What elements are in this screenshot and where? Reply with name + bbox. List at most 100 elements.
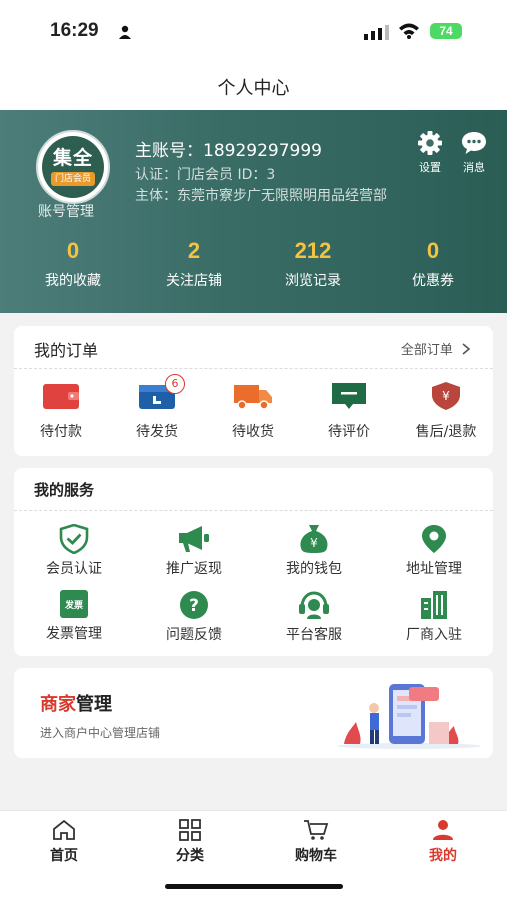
service-label: 我的钱包 [286, 561, 342, 577]
order-label: 待评价 [328, 424, 370, 440]
messages-label: 消息 [463, 161, 485, 174]
location-pin-icon [422, 525, 446, 553]
tab-label: 我的 [429, 848, 457, 864]
svg-text:¥: ¥ [310, 536, 318, 550]
stat-label: 我的收藏 [45, 273, 101, 289]
shield-check-icon [59, 524, 89, 554]
all-orders-label: 全部订单 [400, 343, 453, 358]
gear-icon [418, 131, 442, 155]
stat-label: 关注店铺 [166, 273, 222, 289]
tab-cart[interactable]: 购物车 [266, 819, 366, 865]
service-label: 推广返现 [166, 561, 222, 577]
svg-text:?: ? [189, 596, 199, 616]
all-orders-link[interactable]: 全部订单 [401, 339, 471, 358]
orders-card: 我的订单 全部订单 待付款 6 待发货 待收货 待评价 ¥ 售后/退款 [14, 326, 493, 456]
settings-button[interactable]: 设置 [414, 130, 446, 175]
order-label: 售后/退款 [415, 424, 477, 440]
wallet-icon [43, 384, 79, 409]
orders-title: 我的订单 [34, 341, 99, 360]
headset-icon [299, 591, 329, 619]
order-label: 待发货 [136, 424, 178, 440]
invoice-icon: 发票 [60, 590, 88, 618]
tab-categories[interactable]: 分类 [140, 819, 240, 865]
logo-name: 集全 [52, 147, 93, 169]
page-title: 个人中心 [217, 78, 290, 99]
subject-info: 主体：东莞市寮步广无限照明用品经营部 [135, 188, 387, 204]
service-label: 平台客服 [286, 627, 342, 643]
tab-label: 购物车 [295, 848, 337, 864]
tab-mine[interactable]: 我的 [393, 819, 493, 865]
home-indicator [165, 884, 343, 889]
chevron-right-icon [462, 343, 471, 355]
stat-value: 0 [426, 238, 440, 263]
service-customer-support[interactable]: 平台客服 [274, 590, 354, 644]
stat-value: 0 [66, 238, 80, 263]
certification-info: 认证：门店会员 ID：3 [135, 167, 276, 183]
buildings-icon [421, 591, 447, 619]
messages-button[interactable]: 消息 [458, 130, 490, 175]
service-label: 地址管理 [406, 561, 462, 577]
home-icon [53, 819, 75, 840]
order-pending-shipment[interactable]: 6 待发货 [117, 374, 197, 441]
service-label: 问题反馈 [166, 627, 222, 643]
truck-icon [234, 385, 272, 410]
battery-indicator: 74 [430, 23, 462, 39]
user-icon [433, 820, 453, 840]
merchant-title-black: 管理 [76, 694, 112, 715]
wifi-icon [399, 23, 419, 39]
stat-label: 浏览记录 [285, 273, 341, 289]
pending-shipment-badge: 6 [165, 374, 185, 394]
service-vendor-join[interactable]: 厂商入驻 [394, 590, 474, 644]
account-management-link[interactable]: 账号管理 [38, 201, 94, 221]
order-pending-payment[interactable]: 待付款 [21, 381, 101, 441]
person-icon [119, 25, 131, 39]
orders-header: 我的订单 全部订单 [14, 326, 493, 369]
merchant-title: 商家管理 [40, 690, 112, 716]
cart-icon [304, 820, 329, 840]
settings-label: 设置 [419, 161, 441, 174]
service-invoice[interactable]: 发票 发票管理 [34, 590, 114, 643]
money-bag-icon: ¥ [300, 525, 328, 553]
status-bar: 16:29 74 [0, 0, 507, 60]
service-feedback[interactable]: ? 问题反馈 [154, 590, 234, 644]
order-label: 待收货 [232, 424, 274, 440]
stat-followed-stores[interactable]: 2 关注店铺 [134, 238, 254, 290]
merchant-illustration [337, 684, 481, 749]
yen-shield-icon: ¥ [432, 382, 460, 410]
logo-tag: 门店会员 [51, 172, 95, 186]
service-member-cert[interactable]: 会员认证 [34, 524, 114, 578]
comment-icon [332, 383, 366, 409]
services-card: 我的服务 会员认证 推广返现 ¥ 我的钱包 地址管理 发票 发票管理 ? 问题反… [14, 468, 493, 656]
tab-label: 分类 [176, 848, 204, 864]
service-label: 厂商入驻 [406, 627, 462, 643]
main-account: 主账号：18929297999 [135, 141, 322, 161]
service-promo-cashback[interactable]: 推广返现 [154, 524, 234, 578]
store-logo[interactable]: 集全 门店会员 [36, 130, 110, 204]
stat-value: 212 [294, 238, 332, 263]
question-icon: ? [180, 591, 208, 619]
tab-label: 首页 [50, 848, 78, 864]
merchant-management-card[interactable]: 商家管理 进入商户中心管理店铺 [14, 668, 493, 758]
service-label: 发票管理 [46, 626, 102, 642]
merchant-title-red: 商家 [40, 694, 76, 715]
service-wallet[interactable]: ¥ 我的钱包 [274, 524, 354, 578]
megaphone-icon [179, 526, 209, 552]
stat-favorites[interactable]: 0 我的收藏 [13, 238, 133, 290]
service-address[interactable]: 地址管理 [394, 524, 474, 578]
order-label: 待付款 [40, 424, 82, 440]
merchant-subtitle: 进入商户中心管理店铺 [40, 726, 161, 740]
order-pending-receipt[interactable]: 待收货 [213, 381, 293, 441]
stat-value: 2 [187, 238, 201, 263]
chat-bubble-icon [462, 132, 486, 154]
stat-coupons[interactable]: 0 优惠券 [373, 238, 493, 290]
order-after-sales[interactable]: ¥ 售后/退款 [405, 381, 487, 441]
services-title: 我的服务 [34, 481, 95, 499]
logo-badge: 集全 门店会员 [42, 136, 104, 198]
stat-label: 优惠券 [412, 273, 454, 289]
stat-browsing-history[interactable]: 212 浏览记录 [253, 238, 373, 290]
invoice-icon-text: 发票 [64, 601, 83, 611]
signal-icon [364, 25, 389, 40]
tab-home[interactable]: 首页 [14, 819, 114, 865]
services-header: 我的服务 [14, 468, 493, 511]
order-pending-review[interactable]: 待评价 [309, 381, 389, 441]
